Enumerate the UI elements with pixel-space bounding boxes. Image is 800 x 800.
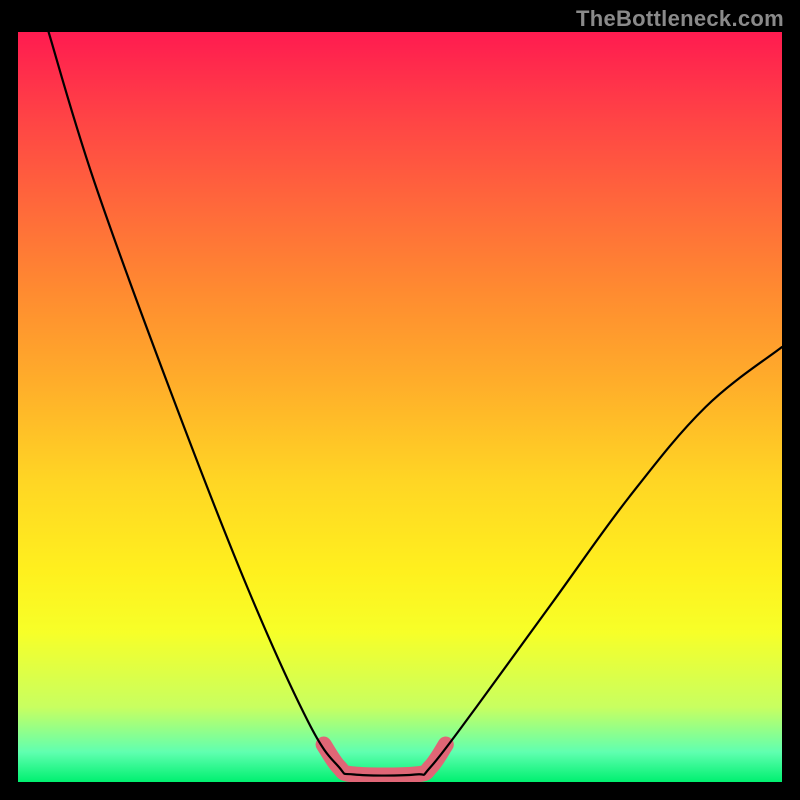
chart-container: TheBottleneck.com (0, 0, 800, 800)
plot-area (18, 32, 782, 782)
bottleneck-curve (49, 32, 782, 776)
chart-svg (18, 32, 782, 782)
attribution-label: TheBottleneck.com (576, 6, 784, 32)
